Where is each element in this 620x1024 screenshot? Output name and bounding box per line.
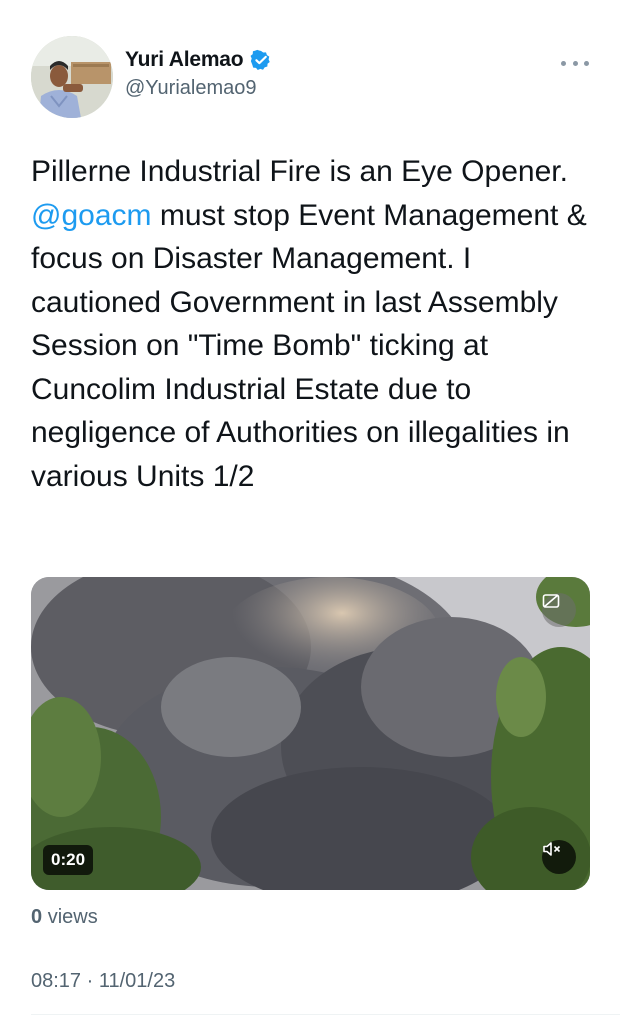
- author-avatar[interactable]: [31, 36, 113, 118]
- mention-link[interactable]: @goacm: [31, 199, 152, 232]
- tweet-text-part: must stop Event Management & focus on Di…: [31, 198, 596, 493]
- video-player[interactable]: 0:20: [31, 577, 590, 890]
- divider: [31, 1014, 620, 1015]
- tweet-text: Pillerne Industrial Fire is an Eye Opene…: [31, 150, 597, 498]
- profile-photo-image: [31, 36, 113, 118]
- speaker-muted-icon[interactable]: [542, 840, 576, 874]
- video-duration: 0:20: [43, 845, 94, 875]
- author-handle[interactable]: @Yurialemao9: [125, 77, 272, 100]
- views-number: 0: [31, 906, 43, 928]
- author-display-name[interactable]: Yuri Alemao: [125, 48, 244, 72]
- views-label: views: [47, 906, 98, 928]
- tweet-text-part: Pillerne Industrial Fire is an Eye Opene…: [31, 155, 577, 188]
- more-options-icon[interactable]: [561, 56, 589, 70]
- view-count: 0 views: [31, 906, 98, 929]
- video-thumbnail: [31, 577, 590, 890]
- captions-icon[interactable]: [542, 593, 576, 627]
- tweet-header: Yuri Alemao @Yurialemao9: [31, 36, 591, 118]
- tweet-timestamp[interactable]: 08:17 · 11/01/23: [31, 970, 175, 993]
- verified-badge-icon: [250, 49, 272, 71]
